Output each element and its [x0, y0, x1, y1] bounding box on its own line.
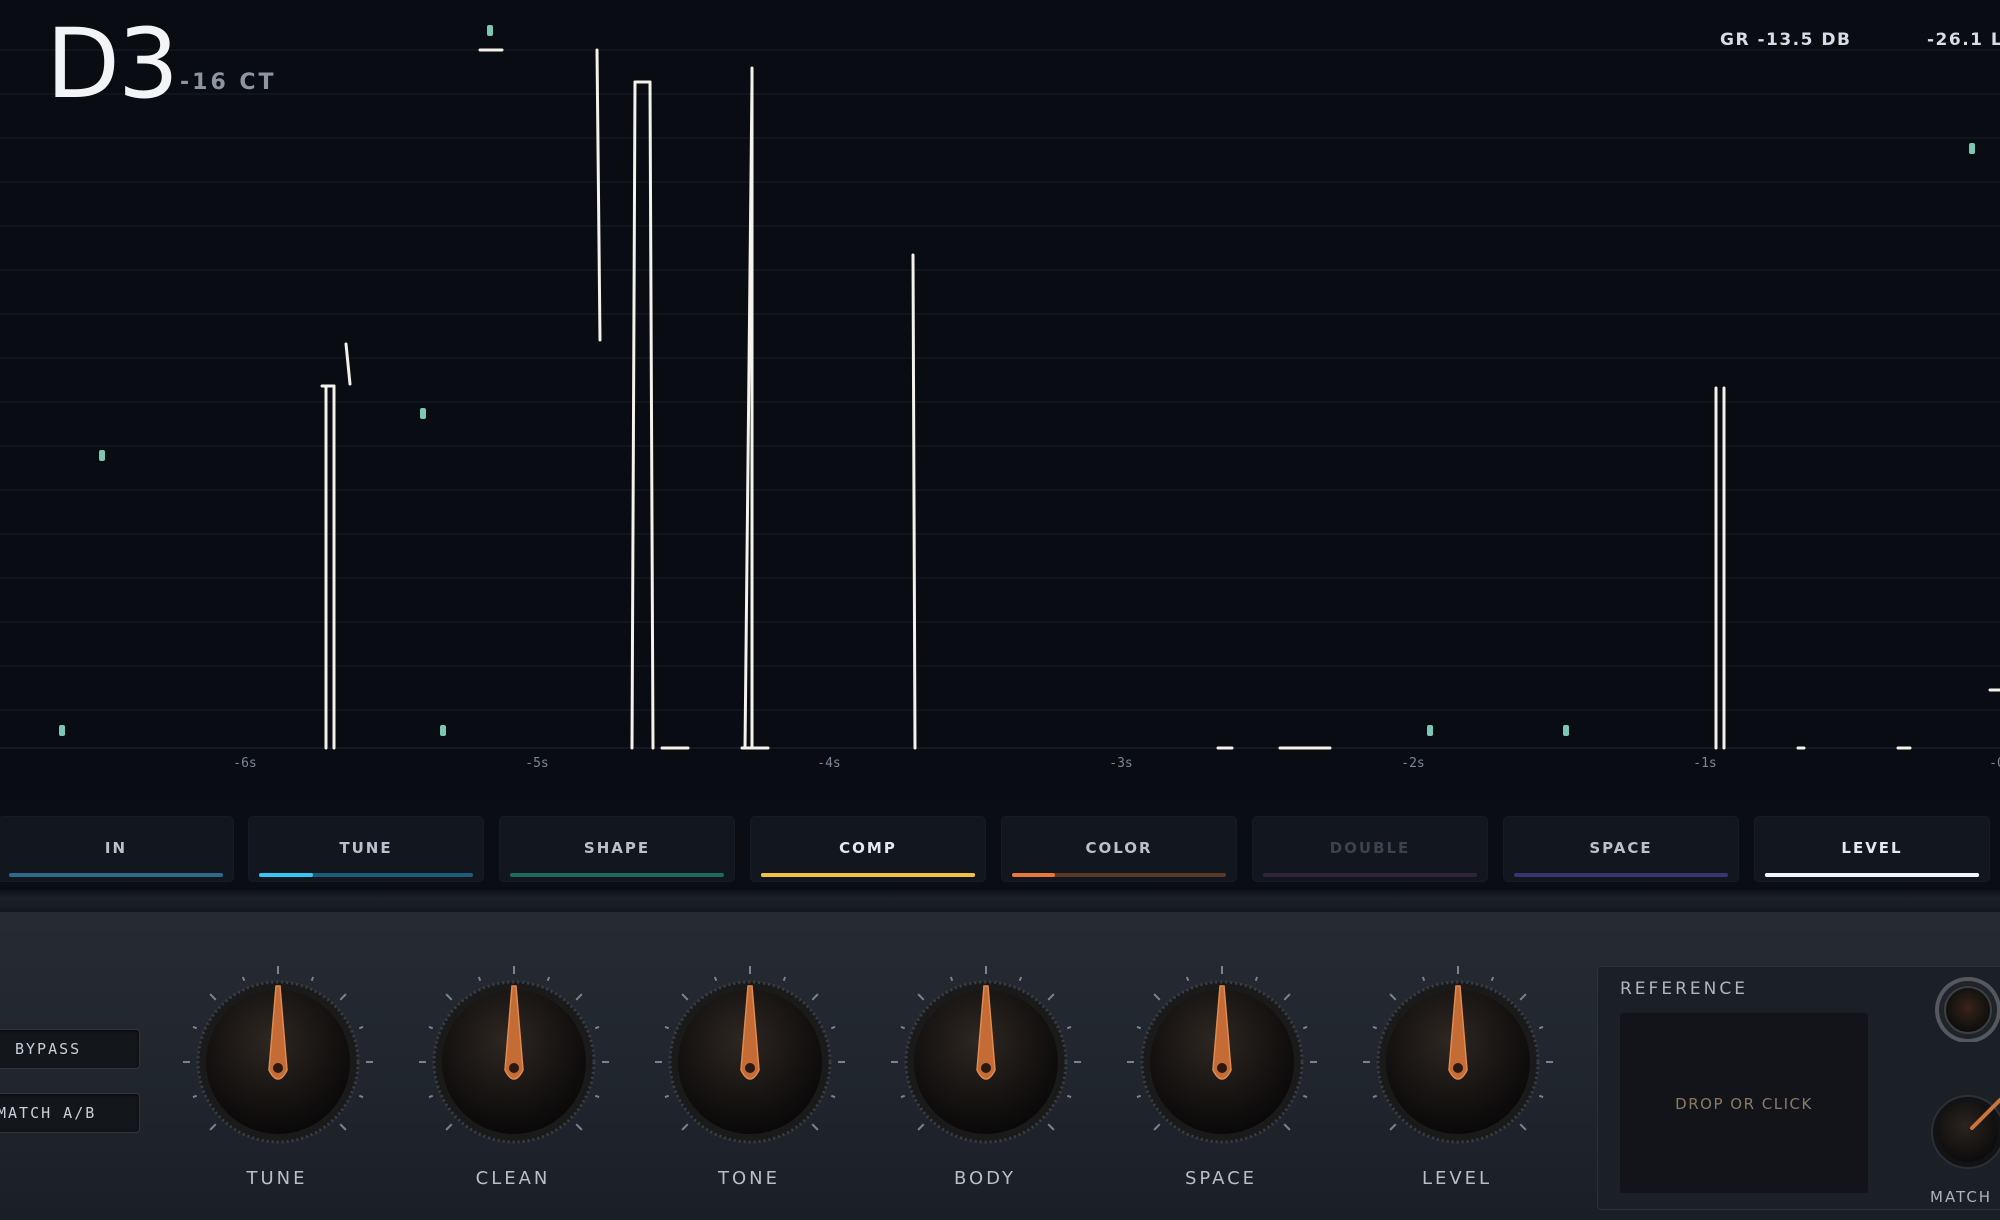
onset-marker	[1969, 143, 1975, 154]
pitch-trace-segment	[911, 253, 917, 750]
level-knob-label: LEVEL	[1421, 1168, 1493, 1189]
stage-tab-label: SPACE	[1589, 839, 1653, 857]
stage-progress-fill	[1765, 873, 1979, 877]
knob-dial-icon	[1126, 966, 1318, 1144]
stage-tab-shape[interactable]: SHAPE	[499, 816, 735, 882]
clean-knob-label: CLEAN	[475, 1168, 551, 1189]
knob-dial-icon	[182, 966, 374, 1144]
stage-tab-label: DOUBLE	[1329, 839, 1411, 857]
reference-drop-zone[interactable]: DROP OR CLICK	[1620, 1013, 1868, 1193]
stage-progress-fill	[761, 873, 975, 877]
stage-tab-label: SHAPE	[583, 839, 651, 857]
stage-tab-double[interactable]: DOUBLE	[1252, 816, 1488, 882]
tone-knob[interactable]	[654, 962, 846, 1156]
time-label: -2s	[1401, 756, 1425, 771]
stage-progress-fill	[1012, 873, 1055, 877]
match-knob[interactable]	[1926, 1090, 2000, 1174]
stage-tab-label: IN	[104, 839, 128, 857]
reference-title: REFERENCE	[1620, 979, 1748, 999]
onset-marker	[1427, 725, 1433, 736]
pitch-trace-segment	[344, 342, 352, 386]
body-knob[interactable]	[890, 962, 1082, 1156]
onset-marker	[487, 25, 493, 36]
knob-dial-icon	[890, 966, 1082, 1144]
knob-dial-icon	[418, 966, 610, 1144]
pitch-trace-plot	[0, 25, 2000, 750]
bypass-button[interactable]: BYPASS	[0, 1029, 140, 1069]
time-label: -4s	[817, 756, 841, 771]
stage-tab-label: TUNE	[339, 839, 393, 857]
stage-tab-label: LEVEL	[1841, 839, 1903, 857]
match-ab-button[interactable]: MATCH A/B	[0, 1093, 140, 1133]
stage-progress-fill	[259, 873, 313, 877]
stage-progress-track	[510, 873, 724, 877]
stage-tab-color[interactable]: COLOR	[1001, 816, 1237, 882]
match-knob-label: MATCH	[1930, 1188, 1993, 1206]
stage-progress-track	[1012, 873, 1226, 877]
stage-tab-label: COMP	[839, 839, 897, 857]
body-knob-label: BODY	[953, 1168, 1017, 1189]
time-label: -3s	[1109, 756, 1133, 771]
tune-knob[interactable]	[182, 962, 374, 1156]
reference-load-button[interactable]	[1928, 970, 2000, 1042]
space-knob-label: SPACE	[1184, 1168, 1258, 1189]
time-label: -5s	[525, 756, 549, 771]
tone-knob-label: TONE	[717, 1168, 780, 1189]
stage-progress-track	[1765, 873, 1979, 877]
onset-marker	[59, 725, 65, 736]
tune-knob-label: TUNE	[246, 1168, 308, 1189]
knob-dial-icon	[1362, 966, 1554, 1144]
clean-knob[interactable]	[418, 962, 610, 1156]
detected-note: D3	[46, 8, 179, 120]
knob-dial-icon	[654, 966, 846, 1144]
stage-progress-track	[259, 873, 473, 877]
stage-tab-level[interactable]: LEVEL	[1754, 816, 1990, 882]
match-ab-button-label: MATCH A/B	[0, 1104, 97, 1122]
bypass-button-label: BYPASS	[15, 1040, 82, 1058]
cents-offset: -16 CT	[180, 70, 277, 95]
section-divider	[0, 890, 2000, 912]
stage-tab-label: COLOR	[1085, 839, 1153, 857]
onset-marker	[420, 408, 426, 419]
space-knob[interactable]	[1126, 962, 1318, 1156]
stage-tab-tune[interactable]: TUNE	[248, 816, 484, 882]
processing-stage-tabs: IN TUNE SHAPE COMP COLOR DOUBLE SPACE LE…	[0, 812, 2000, 882]
stage-tab-comp[interactable]: COMP	[750, 816, 986, 882]
level-knob[interactable]	[1362, 962, 1554, 1156]
stage-progress-track	[9, 873, 223, 877]
time-label: -1s	[1693, 756, 1717, 771]
stage-tab-in[interactable]: IN	[0, 816, 234, 882]
drop-zone-hint: DROP OR CLICK	[1675, 1095, 1813, 1113]
onset-marker	[99, 450, 105, 461]
stage-tab-space[interactable]: SPACE	[1503, 816, 1739, 882]
gain-reduction-readout: GR -13.5 DB	[1720, 30, 1852, 50]
stage-progress-track	[1263, 873, 1477, 877]
output-level-readout: -26.1 L	[1927, 30, 2000, 50]
onset-marker	[440, 725, 446, 736]
time-label: -6s	[233, 756, 257, 771]
time-label: -0	[1989, 756, 2000, 771]
pitch-display: D3 -16 CT GR -13.5 DB -26.1 L -6s -5s -4…	[0, 0, 2000, 800]
onset-marker	[1563, 725, 1569, 736]
stage-progress-track	[1514, 873, 1728, 877]
stage-progress-track	[761, 873, 975, 877]
